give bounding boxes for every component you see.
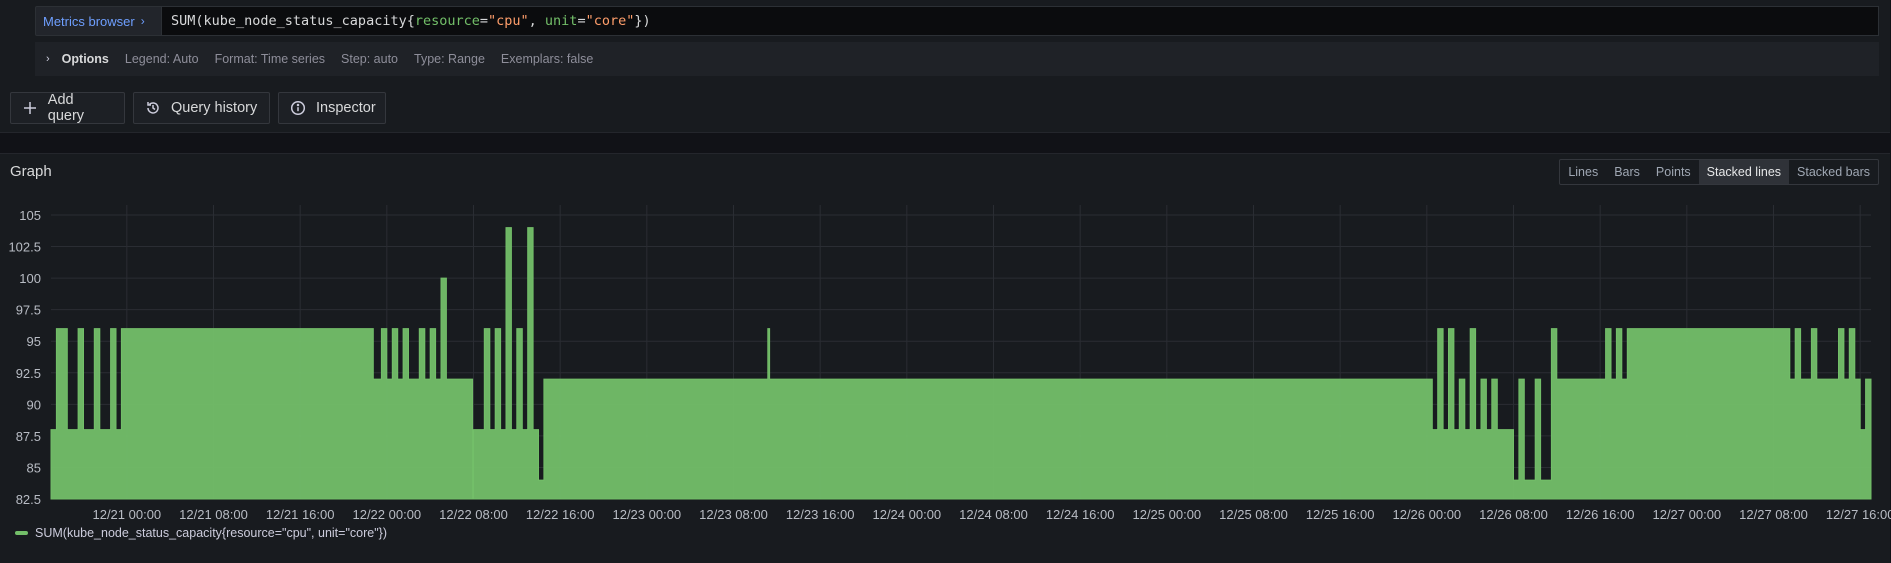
option-format: Format: Time series (214, 52, 326, 66)
x-tick-label: 12/24 00:00 (872, 507, 941, 522)
legend-series-swatch (15, 531, 28, 535)
series-area (50, 227, 1872, 500)
mode-stacked-lines[interactable]: Stacked lines (1698, 160, 1790, 184)
x-tick-label: 12/22 16:00 (526, 507, 595, 522)
y-tick-label: 82.5 (16, 492, 41, 507)
query-separator: , (528, 13, 545, 29)
query-label-value: "core" (585, 13, 635, 29)
x-tick-label: 12/21 08:00 (179, 507, 248, 522)
y-tick-label: 102.5 (8, 240, 41, 255)
option-step: Step: auto (341, 52, 399, 66)
x-tick-label: 12/27 16:00 (1826, 507, 1891, 522)
query-function: SUM(kube_node_status_capacity{ (171, 13, 415, 29)
x-tick-label: 12/26 16:00 (1566, 507, 1635, 522)
inspector-button[interactable]: Inspector (278, 92, 386, 124)
history-icon (145, 100, 161, 116)
option-type: Type: Range (414, 52, 485, 66)
promql-query-input[interactable]: SUM(kube_node_status_capacity{resource = "… (162, 6, 1879, 36)
query-history-label: Query history (171, 100, 258, 116)
query-closing: }) (634, 13, 651, 29)
query-label-value: "cpu" (488, 13, 529, 29)
y-tick-label: 100 (19, 271, 41, 286)
metrics-browser-label: Metrics browser (43, 13, 135, 29)
graph-title: Graph (10, 163, 52, 180)
x-tick-label: 12/27 08:00 (1739, 507, 1808, 522)
add-query-label: Add query (47, 92, 85, 124)
option-exemplars: Exemplars: false (500, 52, 594, 66)
x-tick-label: 12/23 08:00 (699, 507, 768, 522)
y-tick-label: 97.5 (16, 303, 41, 318)
query-label-key: resource (414, 13, 480, 29)
mode-points[interactable]: Points (1648, 160, 1699, 184)
plus-icon (22, 100, 38, 116)
y-tick-label: 85 (27, 460, 41, 475)
x-tick-label: 12/23 00:00 (612, 507, 681, 522)
query-history-button[interactable]: Query history (133, 92, 270, 124)
y-tick-label: 90 (27, 397, 41, 412)
query-label-key: unit (544, 13, 578, 29)
query-options-toggle[interactable]: › Options Legend: Auto Format: Time seri… (35, 42, 1879, 76)
legend-series-label: SUM(kube_node_status_capacity{resource="… (35, 526, 387, 540)
x-tick-label: 12/26 08:00 (1479, 507, 1548, 522)
time-series-chart[interactable]: 82.5 85 87.5 90 92.5 95 97.5 100 102.5 105 12/21 0… (0, 190, 1891, 532)
x-tick-label: 12/25 00:00 (1132, 507, 1201, 522)
add-query-button[interactable]: Add query (10, 92, 125, 124)
x-tick-label: 12/27 00:00 (1652, 507, 1721, 522)
chart-legend[interactable]: SUM(kube_node_status_capacity{resource="… (15, 526, 387, 540)
query-editor-panel: Metrics browser › SUM(kube_node_status_c… (0, 0, 1890, 133)
x-tick-label: 12/21 00:00 (92, 507, 161, 522)
y-tick-label: 87.5 (16, 429, 41, 444)
y-tick-label: 92.5 (16, 366, 41, 381)
chevron-right-icon: › (46, 53, 50, 65)
display-mode-radio-group: Lines Bars Points Stacked lines Stacked … (1559, 159, 1879, 185)
options-title: Options (61, 52, 109, 66)
x-tick-label: 12/21 16:00 (266, 507, 335, 522)
x-tick-label: 12/23 16:00 (786, 507, 855, 522)
chevron-right-icon: › (140, 14, 145, 28)
query-operator: = (577, 13, 586, 29)
x-tick-label: 12/26 00:00 (1392, 507, 1461, 522)
x-tick-label: 12/25 16:00 (1306, 507, 1375, 522)
metrics-browser-button[interactable]: Metrics browser › (35, 6, 162, 36)
y-tick-label: 95 (27, 334, 41, 349)
inspector-label: Inspector (316, 100, 376, 116)
x-tick-label: 12/25 08:00 (1219, 507, 1288, 522)
option-legend: Legend: Auto (124, 52, 199, 66)
x-tick-label: 12/22 08:00 (439, 507, 508, 522)
y-tick-label: 105 (19, 208, 41, 223)
query-operator: = (479, 13, 489, 29)
x-tick-label: 12/24 16:00 (1046, 507, 1115, 522)
mode-lines[interactable]: Lines (1560, 160, 1606, 184)
x-tick-label: 12/22 00:00 (352, 507, 421, 522)
mode-stacked-bars[interactable]: Stacked bars (1789, 160, 1878, 184)
query-row: Metrics browser › SUM(kube_node_status_c… (35, 6, 1879, 36)
mode-bars[interactable]: Bars (1606, 160, 1648, 184)
info-circle-icon (290, 100, 306, 116)
x-tick-label: 12/24 08:00 (959, 507, 1028, 522)
